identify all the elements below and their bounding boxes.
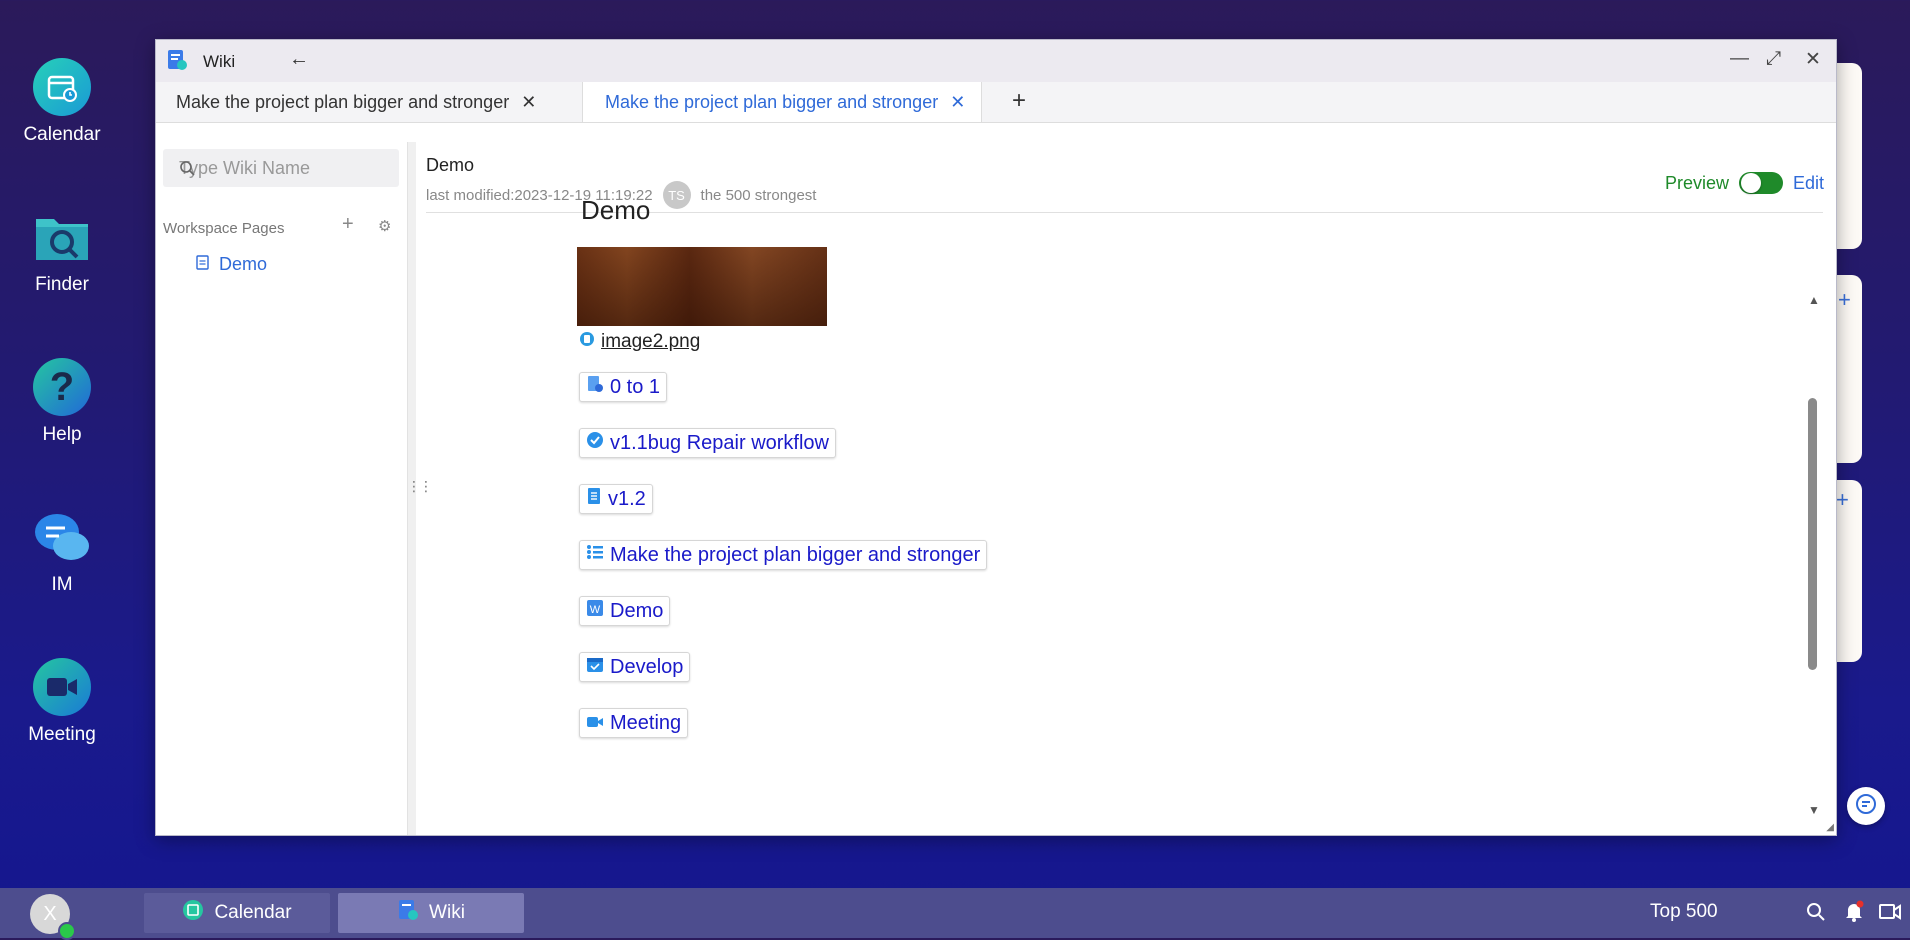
linked-item-chip[interactable]: Make the project plan bigger and stronge… <box>579 540 988 570</box>
tab-active[interactable]: Make the project plan bigger and stronge… <box>582 82 983 122</box>
question-icon: ? <box>33 358 91 416</box>
wiki-window: Wiki ← — ⤢ ✕ Make the project plan bigge… <box>155 39 1837 836</box>
file-attachment-link[interactable]: image2.png <box>579 331 700 353</box>
wiki-app-icon <box>166 49 188 76</box>
add-icon[interactable]: + <box>1838 287 1851 313</box>
attachment-icon <box>579 331 595 353</box>
calendar-icon <box>33 58 91 116</box>
desktop-icon-calendar[interactable]: Calendar <box>12 58 112 146</box>
linked-item-chip[interactable]: W Demo <box>579 596 671 626</box>
sidebar-item-label: Demo <box>219 254 268 274</box>
bell-icon[interactable] <box>1843 900 1865 927</box>
vertical-scrollbar-thumb[interactable] <box>1808 398 1817 670</box>
chip-label: Demo <box>610 599 664 622</box>
chip-label: 0 to 1 <box>610 375 661 398</box>
taskbar-item-label: Calendar <box>214 902 292 923</box>
edit-label[interactable]: Edit <box>1793 173 1824 194</box>
svg-text:W: W <box>590 604 601 616</box>
embedded-image[interactable] <box>577 247 827 326</box>
linked-item-chip[interactable]: Develop <box>579 652 691 682</box>
taskbar-item-label: Wiki <box>429 902 465 923</box>
desktop-icon-help[interactable]: ? Help <box>12 358 112 446</box>
add-icon[interactable]: + <box>1836 487 1849 513</box>
new-tab-icon[interactable]: + <box>1012 87 1026 115</box>
file-link-label: image2.png <box>601 331 701 352</box>
sidebar-item-demo[interactable]: Demo <box>196 254 267 275</box>
document-title: Demo <box>426 155 475 175</box>
image-shade <box>577 247 827 326</box>
chip-label: v1.2 <box>608 487 646 510</box>
taskbar-item-wiki[interactable]: Wiki <box>338 893 524 933</box>
chat-bubbles-icon <box>33 508 91 566</box>
avatar: TS <box>662 181 691 209</box>
linked-item-chip[interactable]: v1.2 <box>579 484 653 514</box>
document-icon <box>196 254 209 275</box>
linked-item-chip[interactable]: Meeting <box>579 708 689 738</box>
linked-item-chip[interactable]: v1.1bug Repair workflow <box>579 428 836 458</box>
calendar-icon <box>586 655 604 679</box>
chat-button[interactable] <box>1847 787 1885 825</box>
desktop-icon-label: IM <box>51 574 73 595</box>
search-icon[interactable] <box>1806 902 1826 927</box>
online-status-dot <box>58 922 76 940</box>
desktop-icon-label: Meeting <box>28 724 96 745</box>
content-heading: Demo <box>581 195 651 225</box>
video-camera-icon <box>33 658 91 716</box>
tab-inactive[interactable]: Make the project plan bigger and stronge… <box>176 82 536 122</box>
add-page-icon[interactable]: + <box>342 213 354 236</box>
chip-label: Meeting <box>610 711 682 734</box>
check-circle-icon <box>586 431 604 455</box>
workspace-pages-label: Workspace Pages <box>163 220 285 237</box>
folder-search-icon <box>33 208 91 266</box>
tab-bar: Make the project plan bigger and stronge… <box>156 82 1836 123</box>
minimize-icon[interactable]: — <box>1730 48 1749 70</box>
tab-close-icon[interactable]: ✕ <box>521 92 536 113</box>
desktop-icon-label: Help <box>42 424 82 445</box>
taskbar-item-calendar[interactable]: Calendar <box>144 893 330 933</box>
search-icon[interactable] <box>179 160 385 181</box>
author-name: the 500 strongest <box>700 186 817 204</box>
toggle-knob <box>1740 173 1761 193</box>
wiki-search-input[interactable]: Type Wiki Name <box>163 149 399 187</box>
preview-edit-toggle[interactable] <box>1738 172 1783 194</box>
calendar-icon <box>182 899 204 927</box>
wiki-app-icon <box>397 899 419 927</box>
desktop-icon-finder[interactable]: Finder <box>12 208 112 296</box>
video-icon <box>586 712 604 735</box>
desktop-icon-meeting[interactable]: Meeting <box>12 658 112 746</box>
tray-label: Top 500 <box>1650 901 1718 922</box>
chip-label: Develop <box>610 655 684 678</box>
chat-icon <box>1854 792 1878 821</box>
screen-share-icon[interactable] <box>1879 902 1901 927</box>
mode-switch: Preview Edit <box>1665 172 1824 194</box>
close-icon[interactable]: ✕ <box>1805 48 1821 71</box>
sheet-icon <box>586 487 602 511</box>
chip-label: v1.1bug Repair workflow <box>610 431 829 454</box>
window-resize-handle-icon[interactable]: ◢ <box>1826 822 1834 833</box>
list-icon <box>586 543 604 567</box>
desktop-icon-label: Finder <box>35 274 89 295</box>
scroll-up-arrow-icon[interactable]: ▲ <box>1808 293 1820 307</box>
settings-icon[interactable]: ⚙ <box>378 217 391 235</box>
wiki-icon: W <box>586 599 604 623</box>
desktop-icon-label: Calendar <box>23 124 101 145</box>
maximize-icon[interactable]: ⤢ <box>1766 48 1781 70</box>
tab-label: Make the project plan bigger and stronge… <box>605 91 939 112</box>
chip-label: Make the project plan bigger and stronge… <box>610 543 981 566</box>
tab-label: Make the project plan bigger and stronge… <box>176 91 510 112</box>
back-arrow-icon[interactable]: ← <box>289 48 309 71</box>
linked-item-chip[interactable]: 0 to 1 <box>579 372 668 402</box>
scroll-down-arrow-icon[interactable]: ▼ <box>1808 803 1820 817</box>
taskbar: X Calendar Wiki Top 500 <box>0 888 1910 940</box>
resize-grip-icon[interactable]: ⋮⋮ <box>407 478 433 495</box>
preview-label[interactable]: Preview <box>1665 173 1729 194</box>
tab-close-icon[interactable]: ✕ <box>950 92 965 113</box>
doc-flow-icon <box>586 375 604 399</box>
title-bar: Wiki ← — ⤢ ✕ <box>156 40 1836 82</box>
desktop-icon-im[interactable]: IM <box>12 508 112 596</box>
window-title: Wiki <box>203 52 236 71</box>
